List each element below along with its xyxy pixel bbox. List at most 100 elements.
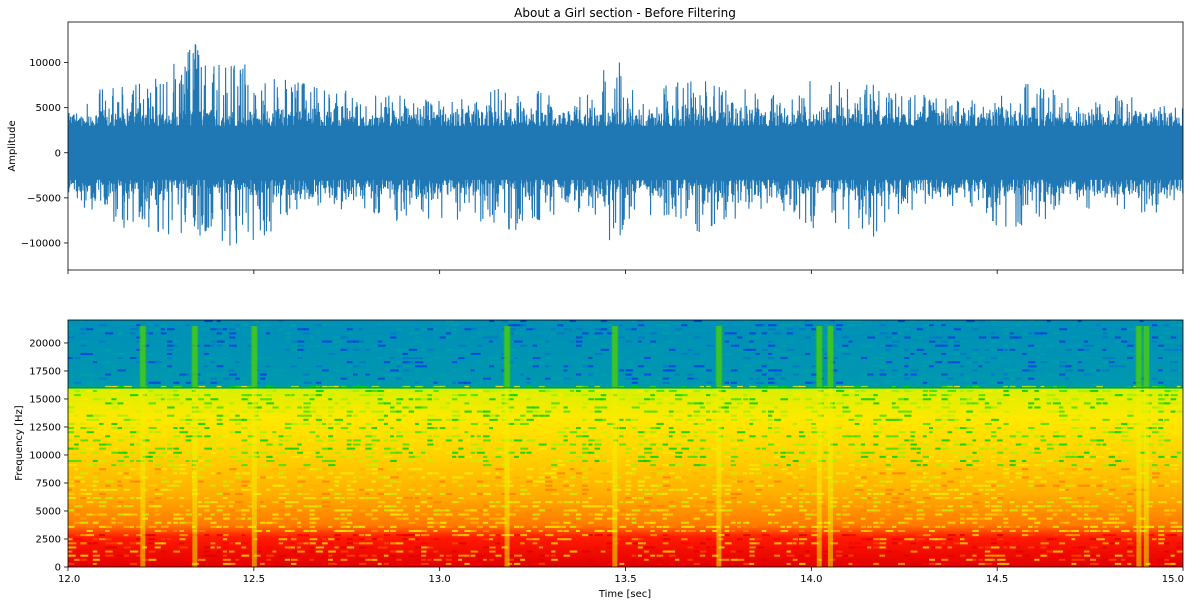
spectrogram-cell — [408, 562, 415, 565]
spectrogram-cell — [644, 554, 651, 557]
spectrogram-cell — [929, 455, 934, 458]
spectrogram-cell — [526, 497, 535, 500]
spectrogram-cell — [935, 550, 940, 553]
spectrogram-cell — [947, 480, 954, 483]
spectrogram-cell — [798, 501, 803, 504]
spectrogram-cell — [260, 422, 268, 425]
spectrogram-cell — [544, 484, 553, 487]
spectrogram-cell — [786, 542, 793, 545]
spectrogram-cell — [693, 455, 698, 458]
spectrogram-cell — [873, 484, 879, 487]
spectrogram-cell — [1170, 484, 1180, 487]
spectrogram-cell — [1065, 509, 1071, 512]
spectrogram-cell — [1127, 509, 1134, 512]
spectrogram-cell — [898, 348, 903, 351]
spectrogram-cell — [575, 344, 582, 347]
spectrogram-cell — [359, 344, 364, 347]
spectrogram-cell — [526, 328, 534, 331]
spectrogram-cell — [328, 357, 333, 360]
spectrogram-cell — [792, 365, 800, 368]
spectrogram-cell — [105, 369, 113, 372]
spectrogram-cell — [693, 414, 700, 417]
spectrogram-cell — [1028, 480, 1034, 483]
spectrogram-cell — [681, 488, 688, 491]
spectrogram-cell — [569, 554, 577, 557]
spectrogram-cell — [328, 340, 333, 343]
spectrogram-cell — [1034, 558, 1040, 561]
spectrogram-cell — [136, 472, 141, 475]
spectrogram-cell — [538, 509, 546, 512]
spectrogram-cell — [1176, 562, 1183, 565]
spectrogram-cell — [544, 431, 552, 434]
spectrogram-cell — [761, 332, 767, 335]
spectrogram-cell — [947, 414, 955, 417]
spectrogram-cell — [309, 542, 317, 545]
spectrogram-cell — [544, 525, 552, 528]
spectrogram-cell — [687, 472, 692, 475]
spectrogram-cell — [730, 521, 736, 524]
waveform-title: About a Girl section - Before Filtering — [514, 6, 736, 20]
spectrogram-transient-high — [611, 326, 619, 388]
spectrogram-cell — [92, 459, 98, 463]
spectrogram-cell — [551, 447, 557, 450]
spectrogram-cell — [309, 509, 315, 512]
spectrogram-cell — [1065, 521, 1070, 524]
spectrogram-cell — [1052, 402, 1061, 405]
spectrogram-cell — [98, 501, 107, 504]
spectrogram-cell — [712, 422, 717, 425]
spectrogram-cell — [1090, 344, 1094, 347]
spectrogram-cell — [724, 435, 734, 438]
spectrogram-cell — [117, 505, 122, 508]
spectrogram-cell — [148, 538, 156, 541]
spectrogram-cell — [526, 550, 533, 553]
spectrogram-cell — [68, 488, 73, 491]
spectrogram-cell — [117, 459, 125, 463]
spectrogram-cell — [359, 459, 365, 463]
spectrogram-cell — [1170, 525, 1178, 528]
spectrogram-cell — [241, 472, 251, 475]
spectrogram-cell — [1059, 509, 1063, 512]
spectrogram-cell — [1114, 480, 1119, 483]
spectrogram-cell — [1127, 439, 1133, 442]
spectrogram-cell — [173, 480, 182, 483]
spectrogram-cell — [792, 377, 799, 380]
spectrogram-cell — [154, 352, 162, 355]
spectrogram-cell — [260, 336, 267, 339]
spectrogram-cell — [916, 348, 924, 351]
spectrogram-cell — [1003, 521, 1009, 524]
spectrogram-cell — [1158, 525, 1165, 528]
spectrogram-cell — [792, 369, 799, 372]
spectrogram-cell — [241, 517, 246, 520]
spectrogram-cell — [396, 435, 404, 438]
spectrogram-cell — [476, 352, 481, 355]
spectrogram-cell — [1040, 381, 1045, 384]
spectrogram-cell — [346, 554, 356, 557]
spectrogram-cell — [743, 562, 751, 565]
spectrogram-cell — [929, 562, 935, 565]
spectrogram-cell — [557, 480, 562, 483]
spectrogram-cell — [947, 505, 953, 508]
spectrogram-cell — [984, 373, 990, 376]
spectrogram-cell — [935, 492, 942, 495]
spectrogram-cell — [761, 410, 766, 413]
spectrogram-cell — [396, 468, 403, 471]
spectrogram-cell — [588, 427, 597, 430]
spectrogram-cell — [154, 497, 162, 500]
spectrogram-cell — [582, 497, 587, 500]
spectrogram-cell — [117, 427, 123, 430]
spectrogram-cell — [885, 435, 892, 438]
spectrogram-cell — [898, 550, 903, 553]
spectrogram-cell — [960, 389, 964, 393]
spectrogram-cell — [1071, 406, 1078, 409]
spectrogram-cell — [1158, 435, 1164, 438]
spectrogram-cell — [520, 443, 527, 446]
spectrogram-cell — [1096, 394, 1103, 397]
spectrogram-cell — [922, 488, 929, 491]
spectrogram-cell — [235, 365, 240, 368]
spectrogram-cell — [383, 369, 389, 372]
spectrogram-cell — [98, 525, 106, 528]
spectrogram-cell — [1102, 402, 1108, 405]
spectrogram-cell — [650, 443, 657, 446]
spectrogram-x-tick-label: 12.0 — [58, 574, 80, 585]
spectrogram-cell — [854, 505, 864, 508]
